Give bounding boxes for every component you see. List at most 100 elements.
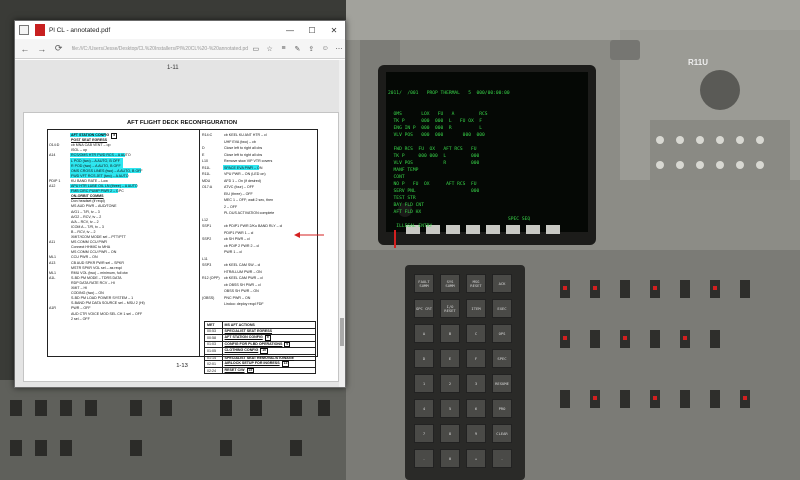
share-icon[interactable]: ⇪ [305,42,317,56]
right-row-item: PWR 1 – cl [224,250,242,254]
left-row-item: S-BD PM LOAD POWER SYSTEM – 1 [71,296,133,300]
right-row-item: cb SH PWR – cl [224,237,250,241]
keypad-key[interactable]: - [414,449,434,468]
left-row-item: A/G2 – RCV, tv – 2 [71,215,101,219]
close-button[interactable]: ✕ [323,21,345,39]
left-row-item: S-BAND PM DATA SOURCE sel – MSU 2 (HI) [71,301,145,305]
right-row-item: cb KEEL CAM SW – cl [224,263,260,267]
vertical-scrollbar[interactable] [339,60,345,387]
keypad-key[interactable]: SPEC [492,349,512,368]
right-row-item: cb PDIP1 PWR 2/Ku BAND RLY – cl [224,224,282,228]
left-row-item-text: cb MNA CAB VENT – op [71,143,111,148]
keypad-key[interactable]: 6 [466,399,486,418]
left-row-item-text: CODING (two) – ON [71,291,104,296]
right-row-category: SSP2 [202,237,212,241]
crt-line [388,216,586,223]
action-text: AFT STATION CONFIG [224,335,263,339]
left-row-item-text: RMU VOL (two) – minimum, full ctw [71,270,128,275]
refresh-button[interactable]: ⟳ [52,42,66,56]
met-cell: 01:05 [204,347,223,355]
keypad-key[interactable]: 4 [414,399,434,418]
keypad-key[interactable]: B [440,324,460,343]
keypad-key[interactable]: FAULT SUMM [414,274,434,293]
keypad-key[interactable]: 3 [466,374,486,393]
right-row-category: R12 (OPP) [202,276,220,280]
left-row-item: APU HTR LUBE OIL LN (three) – A AUTO [71,184,138,188]
right-row-item: VPU PWR – ON (LED on) [224,172,266,176]
left-row-category: A1R [49,306,56,311]
right-row-category: SSP1 [202,224,212,228]
pdf-content-area[interactable]: 1-11 AFT FLIGHT DECK RECONFIGURATION AFT… [15,60,345,387]
notes-icon[interactable]: ✎ [291,42,303,56]
left-row-item-text: XMIT/ICOM MODE sel – PTT/PTT [71,235,126,239]
action-text: SPECIALIST SEAT EGRESS [224,329,273,334]
reading-view-icon[interactable]: ▭ [250,42,262,56]
keypad-key[interactable]: PRO [492,399,512,418]
maximize-button[interactable]: ☐ [301,21,323,39]
keypad-key[interactable]: ITEM [466,299,486,318]
right-row-item-text: cb SH PWR – cl [224,237,250,241]
left-row-item: OMS CROSS LINES (two) – A AUTO, B OFF [71,169,143,173]
forward-button[interactable]: → [35,42,49,56]
keypad-key[interactable]: 2 [440,374,460,393]
keypad-key[interactable]: D [414,349,434,368]
scrollbar-thumb[interactable] [340,318,344,346]
keypad-key[interactable]: SYS SUMM [440,274,460,293]
left-row-category: A12 [49,184,56,188]
keypad-key[interactable]: A [414,324,434,343]
favorite-icon[interactable]: ☆ [264,42,276,56]
more-options-icon[interactable]: ⋯ [333,42,345,56]
keypad-key[interactable]: 5 [440,399,460,418]
right-row-item-text: cb PDIP1 PWR 2/Ku BAND RLY – cl [224,224,283,228]
left-row-item: MS COMM CCU PWR – ON [71,250,116,254]
right-row-item: Close left to right all cbs [224,153,262,157]
left-row-item: ON-ORBIT COMMS [71,194,104,198]
back-button[interactable]: ← [18,42,32,56]
action-text: SPECIALIST SEAT REMOVAL/STOWAGE [224,355,295,360]
keypad-key[interactable]: . [492,449,512,468]
keypad-key[interactable]: OPS [492,324,512,343]
right-row-category: L11 [202,256,208,261]
keypad-key[interactable]: CLEAR [492,424,512,443]
action-box: 6 [284,341,291,348]
left-row-item-text: L POD (two) – A AUTO, B OFF [71,158,120,163]
hub-icon[interactable]: ≡ [278,42,290,56]
left-row-item-text: Connect HHMIC to MHA [71,245,111,250]
keypad-key[interactable]: GPC CRT [414,299,434,318]
tab-overview-icon[interactable] [19,25,29,35]
left-row-item: Connect HHMIC to MHA [71,245,110,249]
right-row-item-text: 2 – OFF [224,204,238,209]
crt-line: ILLEGAL ENTRY [388,224,433,228]
keypad-key[interactable]: MSG RESET [466,274,486,293]
keypad-key[interactable]: C [466,324,486,343]
minimize-button[interactable]: — [279,21,301,39]
address-bar[interactable]: file:///C:/Users/Jesse/Desktop/CL%20Inst… [72,43,248,55]
left-row-item-text: RDP DATA RATE RCV – HI [71,280,115,285]
left-row-item: RDP DATA RATE RCV – HI [71,281,115,285]
left-row-item: A/A – RCV, tv – 2 [71,220,99,224]
right-row-item: AFD 1 – On (if desired) [224,179,261,183]
table-row: 01:03 CONFIG FOR PLBD OPERATIONS 6 [204,340,317,349]
keypad-key[interactable]: 1 [414,374,434,393]
right-row-item-text: cb KEEL CAM PWR – cl [224,276,263,280]
keypad-key[interactable]: RESUME [492,374,512,393]
keypad-key[interactable]: EXEC [492,299,512,318]
keypad-key[interactable]: 9 [466,424,486,443]
crt-line: VLV POS 000 000 000 000 [388,133,485,138]
right-row-item-text: cb OBSS SH PWR – cl [224,282,261,287]
keypad-key[interactable]: F [466,349,486,368]
right-row-item: OBSS SH PWR – ON [224,289,259,293]
keypad-key[interactable]: 7 [414,424,434,443]
left-row-item-text: S-BD PM MODE – TDRS DATA [71,275,122,280]
feedback-icon[interactable]: ☺ [319,42,331,56]
keypad-key[interactable]: I/O RESET [440,299,460,318]
left-row-item: MS AUD PWR – AUD/TONE [71,204,116,208]
keypad-key[interactable]: ACK [492,274,512,293]
right-row-item-text: VPU PWR – ON (LED on) [224,172,266,176]
keypad-key[interactable]: 8 [440,424,460,443]
keypad-key[interactable]: E [440,349,460,368]
keypad-key[interactable]: 0 [440,449,460,468]
keypad-key[interactable]: + [466,449,486,468]
right-row-item-text: ATVC (four) – OFF [224,185,255,189]
crt-line: NO P FU OX AFT RCS FU [388,182,477,187]
